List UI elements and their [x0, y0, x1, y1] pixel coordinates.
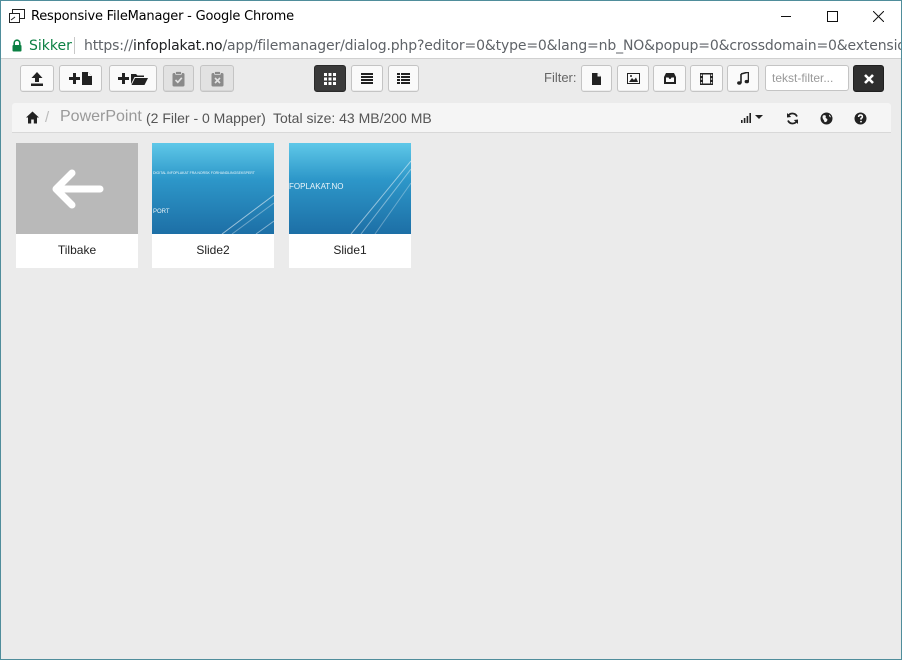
paste-button[interactable]	[163, 65, 194, 92]
refresh-icon	[786, 112, 798, 124]
url-text[interactable]: https://infoplakat.no/app/filemanager/di…	[84, 38, 901, 54]
new-file-icon	[82, 72, 92, 85]
clear-clipboard-icon	[211, 70, 223, 86]
new-folder-icon	[131, 73, 148, 85]
close-window-button[interactable]	[855, 1, 901, 32]
current-folder: PowerPoint	[60, 108, 142, 125]
slide-text-line: DIGITAL INFOPLAKAT FRA NORSK FORHANDLING…	[153, 171, 255, 175]
home-icon[interactable]	[26, 111, 39, 129]
arrow-left-icon	[52, 169, 104, 208]
secure-label[interactable]: Sikker	[29, 38, 72, 54]
clear-filter-button[interactable]	[853, 65, 884, 92]
refresh-button[interactable]	[783, 110, 801, 126]
maximize-button[interactable]	[809, 1, 855, 32]
close-icon	[863, 73, 874, 84]
grid-item-file[interactable]: FOPLAKAT.NO Slide1	[289, 143, 411, 268]
file-manager-toolbar: Filter:	[1, 60, 901, 96]
grid-item-file[interactable]: DIGITAL INFOPLAKAT FRA NORSK FORHANDLING…	[152, 143, 274, 268]
image-filter-icon	[626, 73, 640, 84]
title-bar: Responsive FileManager - Google Chrome	[1, 1, 901, 32]
list-view-button[interactable]	[351, 65, 383, 92]
filter-videos-button[interactable]	[690, 65, 723, 92]
breadcrumb-separator: /	[45, 109, 50, 126]
sort-dropdown[interactable]	[739, 110, 765, 126]
file-filter-icon	[592, 72, 601, 85]
columns-view-icon	[397, 73, 410, 84]
filter-music-button[interactable]	[727, 65, 759, 92]
url-scheme: https://	[84, 38, 133, 54]
clear-clipboard-button[interactable]	[200, 65, 234, 92]
minimize-icon	[780, 16, 791, 17]
app-window-icon	[9, 9, 25, 24]
folder-info: (2 Filer - 0 Mapper)	[146, 110, 266, 126]
close-icon	[872, 11, 884, 22]
new-folder-button[interactable]	[109, 65, 157, 92]
window-title: Responsive FileManager - Google Chrome	[31, 9, 294, 24]
slide-thumbnail[interactable]: FOPLAKAT.NO	[289, 143, 411, 234]
breadcrumb: / PowerPoint (2 Filer - 0 Mapper) Total …	[12, 103, 891, 133]
filter-label: Filter:	[544, 70, 577, 85]
address-separator	[74, 37, 75, 54]
url-path: /app/filemanager/dialog.php?editor=0&typ…	[222, 38, 901, 54]
plus-icon	[118, 73, 129, 84]
address-bar[interactable]: Sikker https://infoplakat.no/app/fileman…	[1, 32, 901, 59]
minimize-button[interactable]	[763, 1, 809, 32]
list-view-icon	[361, 73, 373, 84]
back-thumbnail[interactable]	[16, 143, 138, 234]
item-label[interactable]: Slide2	[152, 243, 274, 257]
plus-icon	[69, 73, 80, 84]
help-button[interactable]	[851, 110, 869, 126]
grid-view-icon	[324, 72, 336, 85]
archive-filter-icon	[663, 73, 676, 84]
slide-text-line: PORT	[153, 209, 170, 215]
browser-window: Responsive FileManager - Google Chrome S…	[0, 0, 902, 660]
globe-icon	[820, 112, 832, 124]
columns-view-button[interactable]	[388, 65, 419, 92]
slide-thumbnail[interactable]: DIGITAL INFOPLAKAT FRA NORSK FORHANDLING…	[152, 143, 274, 234]
slide-text-line: FOPLAKAT.NO	[289, 182, 344, 191]
slide-decoration-lines	[221, 194, 274, 234]
total-size: Total size: 43 MB/200 MB	[273, 110, 432, 126]
lock-icon[interactable]	[12, 39, 22, 57]
sort-signal-icon	[741, 113, 763, 123]
grid-view-button[interactable]	[314, 65, 346, 92]
upload-button[interactable]	[20, 65, 54, 92]
language-button[interactable]	[817, 110, 835, 126]
video-filter-icon	[700, 72, 713, 85]
item-label[interactable]: Slide1	[289, 243, 411, 257]
grid-item-back[interactable]: Tilbake	[16, 143, 138, 268]
text-filter-input[interactable]	[765, 65, 849, 91]
new-file-button[interactable]	[59, 65, 102, 92]
filter-images-button[interactable]	[617, 65, 649, 92]
item-label[interactable]: Tilbake	[16, 243, 138, 257]
music-filter-icon	[737, 72, 749, 85]
maximize-icon	[826, 11, 838, 22]
help-icon	[854, 112, 866, 124]
upload-icon	[31, 71, 43, 86]
filter-archives-button[interactable]	[653, 65, 686, 92]
url-host: infoplakat.no	[132, 38, 223, 54]
paste-icon	[172, 70, 185, 86]
filter-files-button[interactable]	[581, 65, 612, 92]
